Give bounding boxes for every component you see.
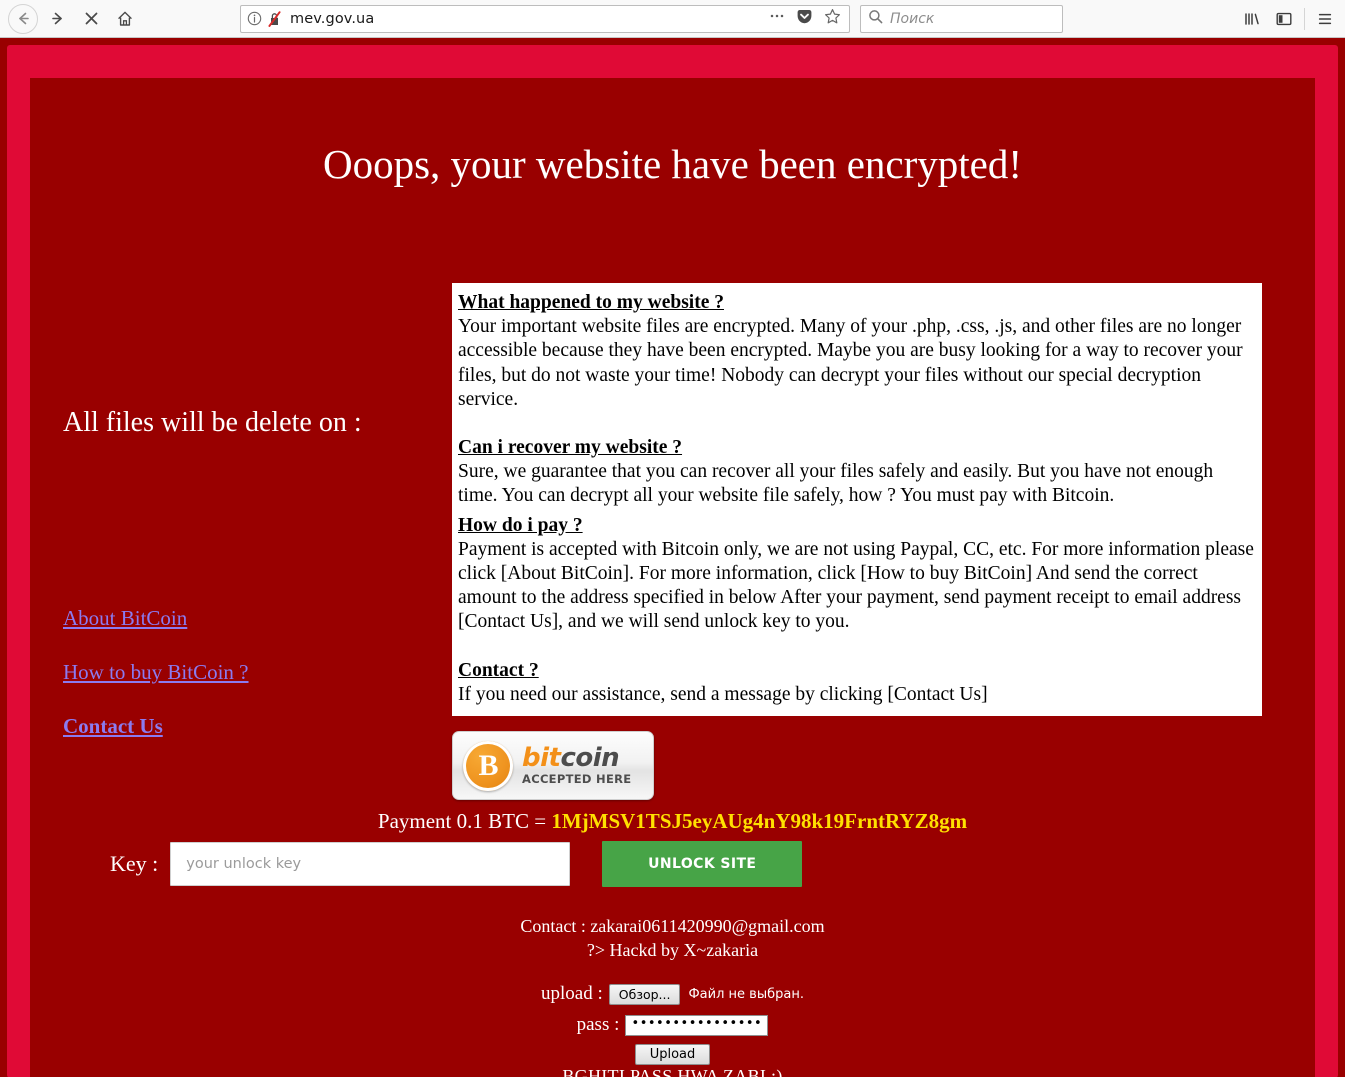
footer-contact-email: Contact : zakarai0611420990@gmail.com [520,916,825,936]
pocket-icon[interactable] [796,8,813,30]
bitcoin-coin-icon: B [463,740,513,791]
info-heading-contact: Contact ? [458,659,539,681]
info-heading-what-happened: What happened to my website ? [458,292,724,313]
ransom-note-content: Ooops, your website have been encrypted!… [30,78,1315,1077]
hamburger-menu-icon [1316,10,1334,28]
star-icon[interactable] [824,8,841,30]
webpage-viewport: Ooops, your website have been encrypted!… [0,38,1345,1077]
browser-toolbar: mev.gov.ua Поиск [0,0,1345,38]
upload-pass-input[interactable]: •••••••••••••••• [625,1014,769,1036]
key-label: Key : [110,851,159,876]
payment-prefix: Payment 0.1 BTC = [377,809,552,833]
bitcoin-word-coin: coin [560,743,620,774]
url-bar[interactable]: mev.gov.ua [240,4,850,33]
stop-button[interactable] [74,2,108,36]
page-title: Ooops, your website have been encrypted! [322,141,1023,187]
browse-file-button[interactable]: Обзор... [608,983,681,1005]
home-icon [116,10,134,28]
footer-bghiti-message: BGHITI PASS HWA ZABI :) [562,1066,783,1077]
bitcoin-tagline: ACCEPTED HERE [522,772,632,787]
bitcoin-accepted-here-badge: B bitcoin ACCEPTED HERE [452,731,654,800]
sidebar-icon [1275,10,1293,28]
forward-button[interactable] [40,2,74,36]
upload-label: upload : [541,983,603,1004]
sidebar-item-about-bitcoin[interactable]: About BitCoin [63,606,187,631]
bitcoin-b-symbol: B [478,748,498,782]
upload-pass-row: pass : •••••••••••••••• [30,1012,1315,1038]
info-body-how-do-i-pay: Payment is accepted with Bitcoin only, w… [458,538,1254,633]
info-circle-icon[interactable] [247,11,262,26]
bitcoin-wordmark-text: bitcoin [522,745,631,771]
broken-lock-icon[interactable] [267,10,282,27]
info-body-what-happened: Your important website files are encrypt… [458,316,1243,410]
search-input[interactable]: Поиск [890,11,934,27]
forward-arrow-icon [49,10,66,27]
toolbar-divider [1304,7,1305,30]
stop-x-icon [83,10,100,27]
payment-line: Payment 0.1 BTC = 1MjMSV1TSJ5eyAUg4nY98k… [30,809,1315,834]
file-upload-form: upload : Обзор... Файл не выбран. pass :… [30,981,1315,1065]
unlock-key-input[interactable] [170,842,571,886]
info-heading-can-i-recover: Can i recover my website ? [458,437,683,459]
sidebar-button[interactable] [1268,2,1300,36]
info-heading-how-do-i-pay: How do i pay ? [458,514,583,536]
unlock-key-form: Key : UNLOCK SITE [110,841,830,887]
search-bar[interactable]: Поиск [860,4,1063,33]
info-body-contact: If you need our assistance, send a messa… [458,683,988,705]
search-icon [868,9,883,29]
library-icon [1243,10,1261,28]
pass-label: pass : [576,1014,620,1035]
sidebar-item-contact-us[interactable]: Contact Us [63,714,163,739]
selected-file-status: Файл не выбран. [688,986,804,1002]
url-text[interactable]: mev.gov.ua [290,11,769,27]
menu-button[interactable] [1309,2,1341,36]
bitcoin-address[interactable]: 1MjMSV1TSJ5eyAUg4nY98k19FrntRYZ8gm [551,809,967,833]
bitcoin-word-bit: bit [522,743,561,774]
sidebar-item-how-to-buy-bitcoin[interactable]: How to buy BitCoin ? [63,660,249,685]
countdown-timer-slot [63,458,483,608]
home-button[interactable] [108,2,142,36]
countdown-heading: All files will be delete on : [63,407,362,438]
back-arrow-icon [8,3,38,34]
footer-signature: ?> Hackd by X~zakaria [586,940,759,960]
info-body-can-i-recover: Sure, we guarantee that you can recover … [458,461,1214,507]
upload-submit-button[interactable]: Upload [634,1044,711,1065]
upload-file-row: upload : Обзор... Файл не выбран. [30,981,1315,1007]
info-box: What happened to my website ? Your impor… [452,283,1262,717]
bitcoin-wordmark: bitcoin ACCEPTED HERE [522,745,631,786]
back-button[interactable] [6,2,40,36]
library-button[interactable] [1236,2,1268,36]
unlock-site-button[interactable]: UNLOCK SITE [602,841,803,887]
ellipsis-icon[interactable] [769,8,785,29]
